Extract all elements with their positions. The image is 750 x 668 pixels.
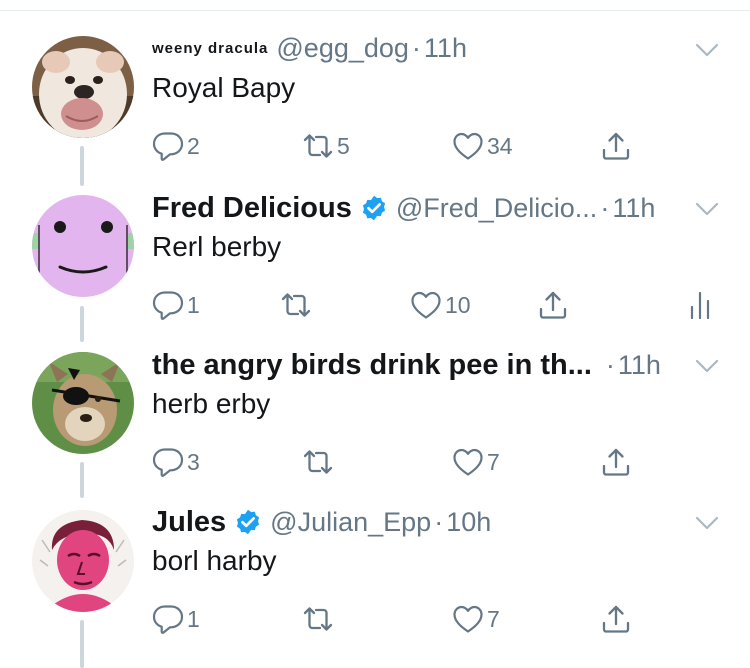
share-icon xyxy=(600,603,632,635)
share-button[interactable] xyxy=(600,601,632,637)
retweet-count: 5 xyxy=(337,132,350,159)
tweet-text: Rerl berby xyxy=(152,231,282,262)
like-icon xyxy=(452,446,484,478)
tweet-header: Jules @Julian_Epp · 10h xyxy=(152,502,491,542)
like-button[interactable]: 7 xyxy=(452,601,500,637)
retweet-button[interactable] xyxy=(280,287,312,323)
share-button[interactable] xyxy=(537,287,569,323)
reply-button[interactable]: 1 xyxy=(152,601,200,637)
reply-count: 3 xyxy=(187,448,200,475)
reply-button[interactable]: 1 xyxy=(152,287,200,323)
timestamp[interactable]: 11h xyxy=(424,33,467,64)
tweet-text: herb erby xyxy=(152,388,271,419)
share-button[interactable] xyxy=(600,128,632,164)
verified-icon xyxy=(360,194,388,222)
like-icon xyxy=(452,130,484,162)
analytics-icon xyxy=(684,289,716,321)
retweet-button[interactable]: 5 xyxy=(302,128,350,164)
like-count: 7 xyxy=(487,605,500,632)
avatar[interactable] xyxy=(32,195,134,297)
thread-line xyxy=(80,146,84,186)
handle[interactable]: @egg_dog xyxy=(276,33,409,64)
timestamp[interactable]: 11h xyxy=(612,193,655,224)
analytics-button[interactable] xyxy=(684,287,716,323)
reply-button[interactable]: 3 xyxy=(152,444,200,480)
share-icon xyxy=(537,289,569,321)
retweet-icon xyxy=(280,289,312,321)
avatar[interactable] xyxy=(32,352,134,454)
display-name[interactable]: Jules xyxy=(152,506,226,539)
verified-icon xyxy=(234,508,262,536)
reply-count: 1 xyxy=(187,291,200,318)
retweet-icon xyxy=(302,603,334,635)
share-icon xyxy=(600,446,632,478)
separator-dot: · xyxy=(434,506,444,537)
chevron-down-icon[interactable] xyxy=(693,199,721,219)
tweet-header: weeny dracula @egg_dog · 11h xyxy=(152,28,467,68)
display-name[interactable]: weeny dracula xyxy=(152,40,268,57)
reply-button[interactable]: 2 xyxy=(152,128,200,164)
tweet-text: borl harby xyxy=(152,545,277,576)
tweet-header: Fred Delicious @Fred_Delicio... · 11h xyxy=(152,188,655,228)
separator-dot: · xyxy=(600,192,610,223)
separator-dot: · xyxy=(605,349,615,380)
like-count: 34 xyxy=(487,132,513,159)
tweet-header: the angry birds drink pee in th... · 11h xyxy=(152,345,661,385)
separator-dot: · xyxy=(411,32,421,63)
chevron-down-icon[interactable] xyxy=(693,513,721,533)
like-icon xyxy=(410,289,442,321)
reply-icon xyxy=(152,446,184,478)
like-button[interactable]: 34 xyxy=(452,128,513,164)
chevron-down-icon[interactable] xyxy=(693,356,721,376)
like-button[interactable]: 7 xyxy=(452,444,500,480)
share-icon xyxy=(600,130,632,162)
timestamp[interactable]: 11h xyxy=(618,350,661,381)
retweet-icon xyxy=(302,130,334,162)
tweet-text: Royal Bapy xyxy=(152,72,296,103)
reply-icon xyxy=(152,603,184,635)
display-name[interactable]: Fred Delicious xyxy=(152,192,352,225)
display-name[interactable]: the angry birds drink pee in th... xyxy=(152,349,592,382)
reply-icon xyxy=(152,130,184,162)
like-button[interactable]: 10 xyxy=(410,287,471,323)
retweet-button[interactable] xyxy=(302,444,334,480)
top-divider xyxy=(0,10,750,11)
share-button[interactable] xyxy=(600,444,632,480)
reply-count: 1 xyxy=(187,605,200,632)
like-icon xyxy=(452,603,484,635)
reply-icon xyxy=(152,289,184,321)
like-count: 7 xyxy=(487,448,500,475)
handle[interactable]: @Julian_Epp xyxy=(270,507,431,538)
retweet-icon xyxy=(302,446,334,478)
thread-line xyxy=(80,462,84,498)
retweet-button[interactable] xyxy=(302,601,334,637)
thread-line xyxy=(80,620,84,668)
like-count: 10 xyxy=(445,291,471,318)
reply-count: 2 xyxy=(187,132,200,159)
timestamp[interactable]: 10h xyxy=(446,507,491,538)
handle[interactable]: @Fred_Delicio... xyxy=(396,193,597,224)
thread-line xyxy=(80,306,84,342)
avatar[interactable] xyxy=(32,510,134,612)
avatar[interactable] xyxy=(32,36,134,138)
chevron-down-icon[interactable] xyxy=(693,40,721,60)
